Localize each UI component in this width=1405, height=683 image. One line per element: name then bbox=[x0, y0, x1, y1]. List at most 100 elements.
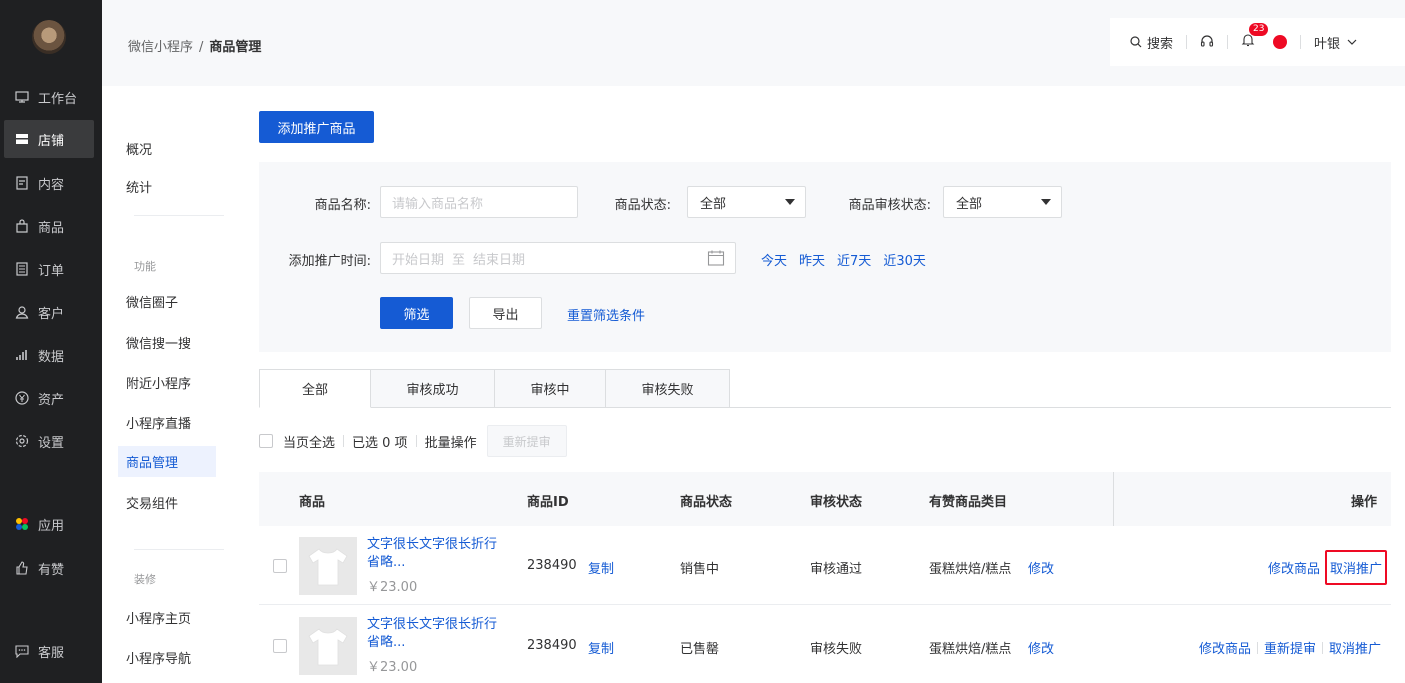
filter-button[interactable]: 筛选 bbox=[380, 297, 453, 329]
subnav-item-wechat-search[interactable]: 微信搜一搜 bbox=[118, 328, 216, 356]
shop-logo[interactable] bbox=[32, 20, 66, 54]
shop-status-icon[interactable] bbox=[1273, 35, 1288, 49]
nav-item-label: 有赞 bbox=[38, 562, 65, 578]
search-button[interactable]: 搜索 bbox=[1130, 33, 1173, 52]
select-page-label[interactable]: 当页全选 bbox=[283, 432, 335, 451]
nav-item-workbench[interactable]: 工作台 bbox=[4, 78, 94, 116]
product-name-link[interactable]: 文字很长文字很长折行省略... bbox=[367, 536, 507, 572]
row-operations: 修改商品 取消推广 bbox=[1268, 550, 1387, 585]
resubmit-audit-link[interactable]: 重新提审 bbox=[1264, 638, 1316, 657]
goods-status-label: 商品状态: bbox=[614, 198, 671, 213]
cancel-promotion-link[interactable]: 取消推广 bbox=[1324, 550, 1387, 585]
secondary-sidebar: 概况 统计 功能 微信圈子 微信搜一搜 附近小程序 小程序直播 商品管理 交易组… bbox=[102, 86, 239, 683]
quick-date-today[interactable]: 今天 bbox=[761, 250, 787, 269]
quick-date-yesterday[interactable]: 昨天 bbox=[799, 250, 825, 269]
table-row: 文字很长文字很长折行省略... ￥23.00 238490 复制 销售中 审核通… bbox=[259, 526, 1391, 605]
batch-ops-label: 批量操作 bbox=[424, 435, 477, 451]
product-name-link[interactable]: 文字很长文字很长折行省略... bbox=[367, 616, 507, 652]
nav-item-goods[interactable]: 商品 bbox=[4, 207, 94, 245]
batch-resubmit-button[interactable]: 重新提审 bbox=[486, 425, 567, 457]
edit-goods-link[interactable]: 修改商品 bbox=[1199, 638, 1251, 657]
subnav-item-statistics[interactable]: 统计 bbox=[118, 172, 216, 200]
list-icon bbox=[14, 261, 30, 277]
reset-filters-link[interactable]: 重置筛选条件 bbox=[567, 305, 645, 324]
nav-item-orders[interactable]: 订单 bbox=[4, 250, 94, 288]
category: 蛋糕烘焙/糕点 bbox=[929, 642, 1012, 657]
goods-status-select[interactable]: 全部 bbox=[687, 186, 806, 218]
audit-status: 审核通过 bbox=[810, 562, 863, 577]
divider bbox=[1256, 641, 1258, 654]
edit-category-link[interactable]: 修改 bbox=[1028, 638, 1054, 657]
select-page-checkbox[interactable] bbox=[259, 434, 273, 448]
col-goods: 商品 bbox=[299, 495, 326, 510]
headset-icon[interactable] bbox=[1200, 35, 1214, 49]
document-icon bbox=[14, 175, 30, 191]
subnav-divider bbox=[134, 215, 224, 216]
subnav-item-home[interactable]: 小程序主页 bbox=[118, 603, 216, 631]
row-operations: 修改商品 重新提审 取消推广 bbox=[1199, 638, 1381, 657]
date-range-separator: 至 bbox=[452, 252, 466, 268]
nav-item-store[interactable]: 店铺 bbox=[4, 120, 94, 158]
yen-icon bbox=[14, 390, 30, 406]
edit-goods-link[interactable]: 修改商品 bbox=[1268, 558, 1320, 577]
cancel-promotion-link[interactable]: 取消推广 bbox=[1329, 638, 1381, 657]
category: 蛋糕烘焙/糕点 bbox=[929, 562, 1012, 577]
nav-item-assets[interactable]: 资产 bbox=[4, 379, 94, 417]
row-checkbox[interactable] bbox=[273, 559, 287, 573]
thumb-up-icon bbox=[14, 560, 30, 576]
product-thumbnail[interactable] bbox=[299, 537, 357, 595]
breadcrumb-parent[interactable]: 微信小程序 bbox=[128, 40, 193, 55]
row-checkbox[interactable] bbox=[273, 639, 287, 653]
col-goods-id: 商品ID bbox=[527, 495, 569, 510]
subnav-item-trade-component[interactable]: 交易组件 bbox=[118, 488, 216, 516]
nav-item-label: 数据 bbox=[38, 349, 65, 365]
start-date-placeholder: 开始日期 bbox=[392, 252, 445, 268]
user-icon bbox=[14, 304, 30, 320]
header-tools: 搜索 23 叶银 bbox=[1110, 18, 1405, 66]
nav-item-service[interactable]: 客服 bbox=[4, 632, 94, 670]
nav-item-settings[interactable]: 设置 bbox=[4, 422, 94, 460]
notification-button[interactable]: 23 bbox=[1241, 23, 1269, 51]
divider bbox=[1227, 35, 1229, 49]
export-button[interactable]: 导出 bbox=[469, 297, 542, 329]
audit-status-value: 全部 bbox=[956, 196, 983, 212]
nav-item-label: 订单 bbox=[38, 263, 65, 279]
breadcrumb-separator: / bbox=[199, 40, 204, 55]
batch-bar: 当页全选 已选 0 项 批量操作 重新提审 bbox=[259, 425, 567, 457]
nav-item-label: 店铺 bbox=[38, 133, 65, 149]
main-content: 添加推广商品 商品名称: 请输入商品名称 商品状态: 全部 商品审核状态: 全部… bbox=[238, 86, 1405, 683]
filter-panel: 商品名称: 请输入商品名称 商品状态: 全部 商品审核状态: 全部 添加推广时间… bbox=[259, 162, 1391, 352]
tab-auditing[interactable]: 审核中 bbox=[495, 369, 606, 408]
product-price: ￥23.00 bbox=[367, 580, 418, 595]
tab-audit-success[interactable]: 审核成功 bbox=[371, 369, 495, 408]
end-date-placeholder: 结束日期 bbox=[473, 252, 526, 268]
add-promoted-goods-button[interactable]: 添加推广商品 bbox=[259, 111, 374, 143]
audit-status-select[interactable]: 全部 bbox=[943, 186, 1062, 218]
user-menu[interactable]: 叶银 bbox=[1314, 33, 1358, 52]
copy-id-link[interactable]: 复制 bbox=[588, 558, 614, 577]
nav-item-customers[interactable]: 客户 bbox=[4, 293, 94, 331]
nav-item-youzan[interactable]: 有赞 bbox=[4, 549, 94, 587]
nav-item-apps[interactable]: 应用 bbox=[4, 505, 94, 543]
subnav-item-navigation[interactable]: 小程序导航 bbox=[118, 643, 216, 671]
subnav-item-nearby[interactable]: 附近小程序 bbox=[118, 368, 216, 396]
col-goods-status: 商品状态 bbox=[680, 495, 733, 510]
edit-category-link[interactable]: 修改 bbox=[1028, 558, 1054, 577]
subnav-item-goods-management[interactable]: 商品管理 bbox=[118, 446, 216, 477]
quick-date-30days[interactable]: 近30天 bbox=[883, 250, 926, 269]
tab-audit-failed[interactable]: 审核失败 bbox=[606, 369, 730, 408]
nav-item-data[interactable]: 数据 bbox=[4, 336, 94, 374]
copy-id-link[interactable]: 复制 bbox=[588, 638, 614, 657]
subnav-item-live[interactable]: 小程序直播 bbox=[118, 408, 216, 436]
subnav-item-overview[interactable]: 概况 bbox=[118, 134, 216, 162]
divider bbox=[1186, 35, 1188, 49]
tshirt-icon bbox=[308, 548, 348, 586]
nav-item-content[interactable]: 内容 bbox=[4, 164, 94, 202]
quick-date-7days[interactable]: 近7天 bbox=[837, 250, 871, 269]
subnav-item-wechat-circle[interactable]: 微信圈子 bbox=[118, 287, 216, 315]
goods-name-input[interactable]: 请输入商品名称 bbox=[380, 186, 578, 218]
tab-all[interactable]: 全部 bbox=[259, 369, 371, 408]
col-audit-status: 审核状态 bbox=[810, 495, 863, 510]
product-thumbnail[interactable] bbox=[299, 617, 357, 675]
date-range-input[interactable]: 开始日期 至 结束日期 bbox=[380, 242, 736, 274]
